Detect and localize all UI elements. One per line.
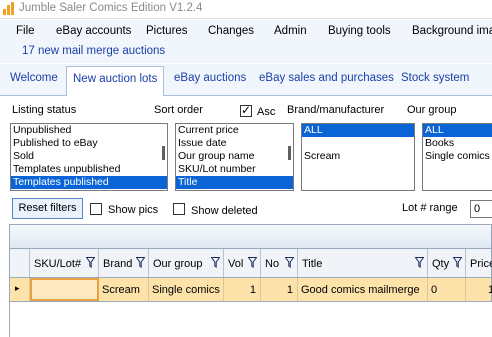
listing-status-option[interactable]: Unpublished xyxy=(11,124,167,137)
show-deleted-label: Show deleted xyxy=(191,205,258,217)
listing-status-listbox[interactable]: Unpublished Published to eBay Sold Templ… xyxy=(10,123,168,191)
no-cell[interactable]: 1 xyxy=(261,278,298,301)
column-header-label: No xyxy=(265,258,280,270)
listing-status-scrollbar[interactable] xyxy=(162,146,165,160)
menu-buying-tools[interactable]: Buying tools xyxy=(328,25,391,37)
funnel-icon[interactable] xyxy=(453,257,462,268)
column-header-label: Brand xyxy=(103,258,133,270)
funnel-icon[interactable] xyxy=(248,257,257,268)
grid-empty-area xyxy=(9,302,492,337)
listing-status-label: Listing status xyxy=(12,104,77,116)
listing-status-option-selected[interactable]: Templates published xyxy=(11,176,167,189)
menu-admin[interactable]: Admin xyxy=(274,25,307,37)
our-group-listbox[interactable]: ALL Books Single comics xyxy=(422,123,492,191)
group-option[interactable]: Single comics xyxy=(423,150,492,163)
row-indicator-header xyxy=(10,249,30,277)
column-header-label: Title xyxy=(302,258,323,270)
menu-pictures[interactable]: Pictures xyxy=(146,25,188,37)
brand-value: Scream xyxy=(102,284,140,296)
funnel-icon[interactable] xyxy=(415,257,424,268)
lot-range-label: Lot # range xyxy=(402,202,458,214)
title-bar: Jumble Saler Comics Edition V1.2.4 xyxy=(0,0,492,19)
column-header-sku[interactable]: SKU/Lot# xyxy=(30,249,99,277)
listing-status-option[interactable]: Published to eBay xyxy=(11,137,167,150)
qty-value: 0 xyxy=(431,284,438,296)
price-cell[interactable]: 10 xyxy=(466,278,492,301)
window-title: Jumble Saler Comics Edition V1.2.4 xyxy=(19,2,203,14)
title-cell[interactable]: Good comics mailmerge xyxy=(298,278,428,301)
tab-ebay-auctions[interactable]: eBay auctions xyxy=(174,72,246,84)
brand-option[interactable]: Scream xyxy=(302,150,414,163)
our-group-value: Single comics xyxy=(152,284,220,296)
show-pics-checkbox[interactable] xyxy=(90,203,102,215)
show-deleted-checkbox[interactable] xyxy=(173,203,185,215)
sort-order-scrollbar[interactable] xyxy=(288,146,291,160)
tab-strip: Welcome New auction lots eBay auctions e… xyxy=(0,64,492,97)
column-header-qty[interactable]: Qty xyxy=(428,249,466,277)
table-row[interactable]: ▸ Scream Single comics 1 1 Good comics m… xyxy=(9,278,492,302)
sort-option[interactable]: Current price xyxy=(176,124,293,137)
price-value: 10 xyxy=(488,284,492,296)
brand-cell[interactable]: Scream xyxy=(99,278,149,301)
column-header-no[interactable]: No xyxy=(261,249,298,277)
asc-label: Asc xyxy=(257,106,276,118)
lot-range-input[interactable]: 0 xyxy=(470,200,492,218)
mail-merge-notice-link[interactable]: 17 new mail merge auctions xyxy=(22,45,165,57)
sort-order-label: Sort order xyxy=(154,104,203,116)
show-pics-label: Show pics xyxy=(108,204,159,216)
funnel-icon[interactable] xyxy=(136,257,145,268)
vol-cell[interactable]: 1 xyxy=(224,278,261,301)
menu-bar: File eBay accounts Pictures Changes Admi… xyxy=(0,20,492,63)
reset-filters-button[interactable]: Reset filters xyxy=(12,198,83,219)
tab-new-auction-lots[interactable]: New auction lots xyxy=(66,66,165,97)
funnel-icon[interactable] xyxy=(211,257,220,268)
tab-stock-system[interactable]: Stock system xyxy=(401,72,469,84)
column-header-title[interactable]: Title xyxy=(298,249,428,277)
column-header-price[interactable]: Price xyxy=(466,249,492,277)
column-header-label: Price xyxy=(470,258,492,270)
listing-status-option[interactable]: Sold xyxy=(11,150,167,163)
menu-background-images[interactable]: Background ima xyxy=(412,25,492,37)
row-indicator-cell: ▸ xyxy=(10,278,30,301)
menu-changes[interactable]: Changes xyxy=(208,25,254,37)
column-header-vol[interactable]: Vol xyxy=(224,249,261,277)
vol-value: 1 xyxy=(249,284,256,296)
sort-option[interactable]: Our group name xyxy=(176,150,293,163)
brand-option-selected[interactable]: ALL xyxy=(302,124,414,137)
tab-welcome[interactable]: Welcome xyxy=(10,72,58,84)
menu-ebay-accounts[interactable]: eBay accounts xyxy=(56,25,131,37)
sort-order-listbox[interactable]: Current price Issue date Our group name … xyxy=(175,123,294,191)
qty-cell[interactable]: 0 xyxy=(428,278,466,301)
listing-status-option[interactable]: Templates unpublished xyxy=(11,163,167,176)
app-bar-chart-icon xyxy=(2,2,16,16)
sku-cell[interactable] xyxy=(30,278,99,301)
sort-option[interactable]: SKU/Lot number xyxy=(176,163,293,176)
sort-option[interactable]: Issue date xyxy=(176,137,293,150)
column-header-label: Qty xyxy=(432,258,450,270)
funnel-icon[interactable] xyxy=(86,257,95,268)
column-header-label: SKU/Lot# xyxy=(34,258,82,270)
grid-header: SKU/Lot# Brand Our group Vol No Title Qt… xyxy=(9,248,492,278)
group-option[interactable]: Books xyxy=(423,137,492,150)
tab-ebay-sales-and-purchases[interactable]: eBay sales and purchases xyxy=(259,72,394,84)
our-group-label: Our group xyxy=(407,104,457,116)
our-group-cell[interactable]: Single comics xyxy=(149,278,224,301)
funnel-icon[interactable] xyxy=(285,257,294,268)
no-value: 1 xyxy=(286,284,293,296)
row-pointer-icon: ▸ xyxy=(15,283,20,293)
column-header-our-group[interactable]: Our group xyxy=(149,249,224,277)
column-header-label: Vol xyxy=(228,258,244,270)
asc-checkbox[interactable] xyxy=(240,103,252,117)
grid-group-panel xyxy=(9,224,492,248)
column-header-brand[interactable]: Brand xyxy=(99,249,149,277)
sort-option-selected[interactable]: Title xyxy=(176,176,293,189)
brand-manufacturer-label: Brand/manufacturer xyxy=(287,104,385,116)
brand-option[interactable] xyxy=(302,137,414,150)
group-option-selected[interactable]: ALL xyxy=(423,124,492,137)
menu-file[interactable]: File xyxy=(16,25,35,37)
brand-listbox[interactable]: ALL Scream xyxy=(301,123,415,191)
column-header-label: Our group xyxy=(153,258,203,270)
title-value: Good comics mailmerge xyxy=(301,284,420,296)
